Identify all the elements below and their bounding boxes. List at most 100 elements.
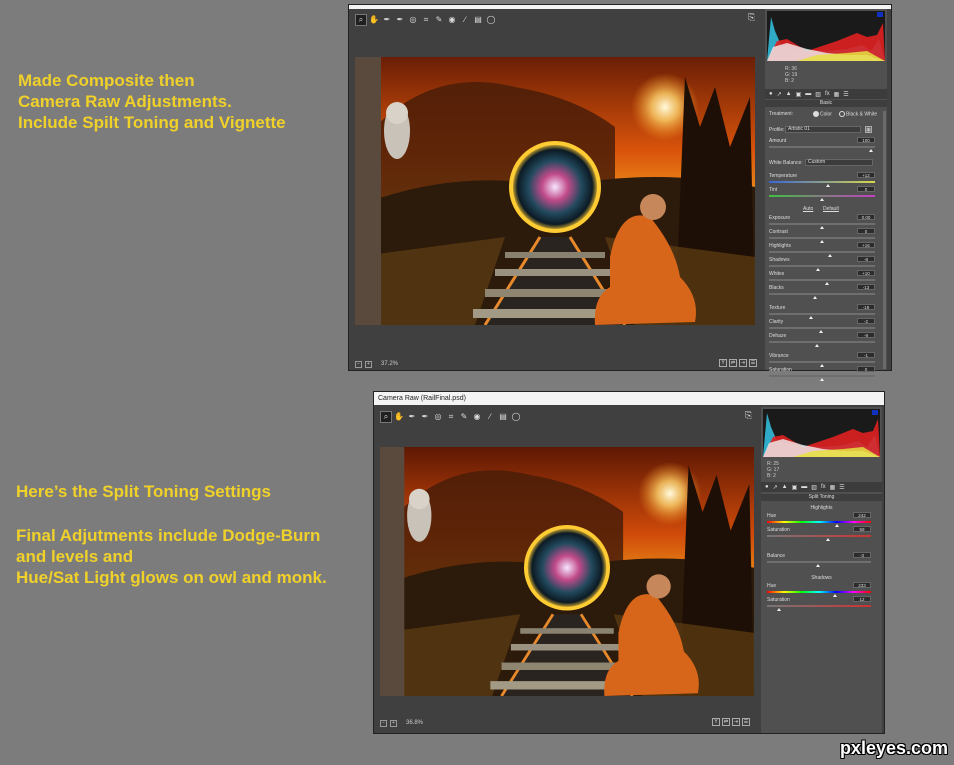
white-balance-dropdown[interactable]: Custom: [805, 159, 873, 166]
tab-split-toning[interactable]: ▬: [801, 484, 807, 490]
crop-tool-icon[interactable]: ⌗: [421, 15, 431, 25]
contrast-slider[interactable]: [769, 237, 875, 239]
treatment-color-radio[interactable]: Color: [813, 111, 832, 117]
profile-dropdown[interactable]: Artistic 01: [785, 126, 861, 133]
tab-detail[interactable]: ▲: [782, 484, 788, 490]
highlights-hue-value[interactable]: 242: [853, 512, 871, 518]
before-after-y-button[interactable]: Y: [712, 718, 720, 726]
texture-slider[interactable]: [769, 313, 875, 315]
balance-slider[interactable]: [767, 561, 871, 563]
tab-basic[interactable]: ●: [769, 91, 773, 97]
white-balance-tool-icon[interactable]: ✒: [382, 15, 392, 25]
radial-filter-icon[interactable]: ◯: [486, 15, 496, 25]
shadow-clipping-icon[interactable]: [877, 12, 883, 17]
zoom-out-button[interactable]: −: [355, 360, 362, 368]
contrast-thumb[interactable]: [820, 240, 824, 243]
open-preferences-icon[interactable]: ⎘: [745, 410, 752, 421]
shadows-hue-slider[interactable]: [767, 591, 871, 593]
panel-scrollbar[interactable]: [883, 111, 886, 369]
shadow-clipping-icon[interactable]: [872, 410, 878, 415]
amount-value[interactable]: 100: [857, 137, 875, 143]
treatment-bw-radio[interactable]: Black & White: [839, 111, 877, 117]
texture-thumb[interactable]: [809, 316, 814, 319]
shadows-thumb[interactable]: [815, 268, 820, 271]
tab-effects[interactable]: fx: [825, 91, 830, 97]
shadows-slider[interactable]: [769, 265, 875, 267]
shadows-saturation-thumb[interactable]: [777, 608, 782, 611]
highlights-hue-thumb[interactable]: [834, 524, 839, 527]
zoom-out-button[interactable]: −: [380, 719, 387, 727]
copy-settings-button[interactable]: ⇥: [739, 359, 747, 367]
image-preview[interactable]: [355, 57, 755, 325]
white-balance-tool-icon[interactable]: ✒: [407, 412, 417, 422]
zoom-tool-icon[interactable]: ⌕: [380, 411, 392, 423]
zoom-in-button[interactable]: +: [365, 360, 372, 368]
profile-browser-icon[interactable]: ▦: [865, 126, 872, 133]
red-eye-tool-icon[interactable]: ◉: [472, 412, 482, 422]
tab-detail[interactable]: ▲: [786, 91, 792, 97]
zoom-in-button[interactable]: +: [390, 719, 397, 727]
tab-hsl[interactable]: ▣: [792, 484, 798, 491]
dehaze-thumb[interactable]: [814, 344, 819, 347]
radial-filter-icon[interactable]: ◯: [511, 412, 521, 422]
shadows-saturation-slider[interactable]: [767, 605, 871, 607]
auto-link[interactable]: Auto: [803, 206, 813, 212]
default-link[interactable]: Default: [823, 206, 839, 212]
shadows-value[interactable]: -8: [857, 256, 875, 262]
highlights-value[interactable]: +16: [857, 242, 875, 248]
saturation-thumb[interactable]: [820, 378, 824, 381]
tab-presets[interactable]: ☰: [843, 91, 848, 98]
zoom-tool-icon[interactable]: ⌕: [355, 14, 367, 26]
open-preferences-icon[interactable]: ⎘: [748, 12, 755, 23]
graduated-filter-icon[interactable]: ▤: [473, 15, 483, 25]
shadows-hue-thumb[interactable]: [832, 594, 837, 597]
tab-lens[interactable]: ▥: [815, 91, 821, 98]
amount-thumb[interactable]: [869, 149, 873, 152]
crop-tool-icon[interactable]: ⌗: [446, 412, 456, 422]
vibrance-thumb[interactable]: [820, 364, 824, 367]
shadows-hue-value[interactable]: 233: [853, 582, 871, 588]
exposure-value[interactable]: 0.00: [857, 214, 875, 220]
exposure-slider[interactable]: [769, 223, 875, 225]
dehaze-value[interactable]: -9: [857, 332, 875, 338]
temperature-slider[interactable]: [769, 181, 875, 183]
tab-calibration[interactable]: ▦: [830, 484, 836, 491]
red-eye-tool-icon[interactable]: ◉: [447, 15, 457, 25]
vibrance-slider[interactable]: [769, 361, 875, 363]
tab-calibration[interactable]: ▦: [834, 91, 840, 98]
clarity-thumb[interactable]: [818, 330, 823, 333]
copy-settings-button[interactable]: ⇥: [732, 718, 740, 726]
blacks-thumb[interactable]: [812, 296, 817, 299]
preview-preferences-button[interactable]: ☰: [749, 359, 757, 367]
targeted-adjustment-tool-icon[interactable]: ◎: [408, 15, 418, 25]
tab-basic[interactable]: ●: [765, 484, 769, 490]
tab-effects[interactable]: fx: [821, 484, 826, 490]
brush-tool-icon[interactable]: ∕: [485, 412, 495, 422]
brush-tool-icon[interactable]: ∕: [460, 15, 470, 25]
tint-slider[interactable]: [769, 195, 875, 197]
highlights-saturation-thumb[interactable]: [826, 538, 831, 541]
spot-removal-tool-icon[interactable]: ✎: [459, 412, 469, 422]
swap-settings-button[interactable]: ⇄: [729, 359, 737, 367]
whites-thumb[interactable]: [825, 282, 830, 285]
temperature-thumb[interactable]: [826, 184, 831, 187]
whites-slider[interactable]: [769, 279, 875, 281]
zoom-level[interactable]: 36.8%: [406, 720, 423, 726]
saturation-value[interactable]: 0: [857, 366, 875, 372]
vibrance-value[interactable]: -1: [857, 352, 875, 358]
texture-value[interactable]: -19: [857, 304, 875, 310]
clarity-value[interactable]: -2: [857, 318, 875, 324]
highlights-thumb[interactable]: [828, 254, 833, 257]
tab-split-toning[interactable]: ▬: [805, 91, 811, 97]
whites-value[interactable]: +10: [857, 270, 875, 276]
exposure-thumb[interactable]: [820, 226, 824, 229]
tab-tone-curve[interactable]: ↗: [773, 484, 778, 491]
tint-value[interactable]: 0: [857, 186, 875, 192]
contrast-value[interactable]: 0: [857, 228, 875, 234]
temperature-value[interactable]: +12: [857, 172, 875, 178]
color-sampler-tool-icon[interactable]: ✒: [395, 15, 405, 25]
blacks-slider[interactable]: [769, 293, 875, 295]
preview-preferences-button[interactable]: ☰: [742, 718, 750, 726]
tab-lens[interactable]: ▥: [811, 484, 817, 491]
highlights-saturation-slider[interactable]: [767, 535, 871, 537]
